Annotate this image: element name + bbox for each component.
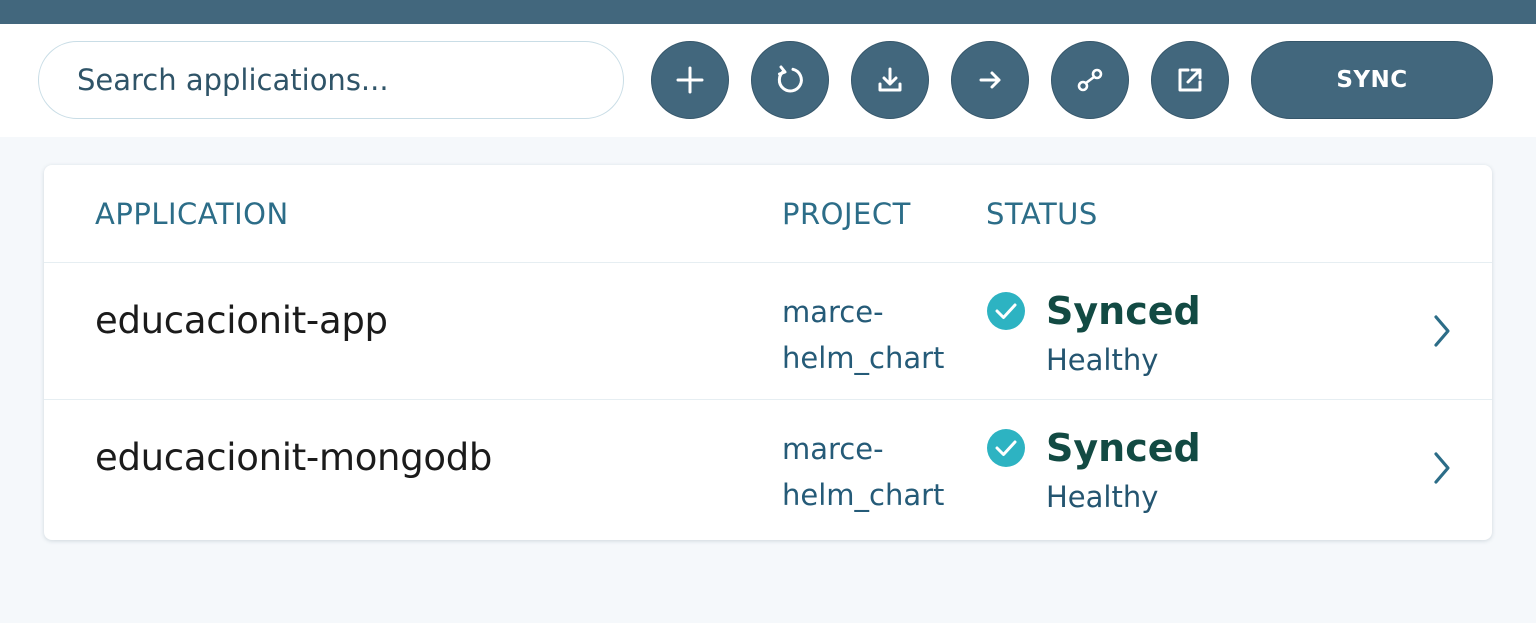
download-icon [878,67,902,92]
sync-status: Synced [1046,426,1201,470]
sync-button[interactable]: SYNC [1251,41,1493,119]
chevron-right-icon[interactable] [1427,311,1457,351]
column-header-application[interactable]: APPLICATION [95,197,289,231]
application-name[interactable]: educacionit-app [95,299,388,342]
plus-icon [676,66,704,94]
project-name: marce- helm_chart [782,432,945,512]
table-row[interactable]: educacionit-app marce- helm_chart Synced… [44,263,1492,400]
download-button[interactable] [851,41,929,119]
project-name: marce- helm_chart [782,295,945,375]
open-external-button[interactable] [1151,41,1229,119]
search-field[interactable] [38,41,624,119]
health-status: Healthy [1046,343,1159,377]
table-row[interactable]: educacionit-mongodb marce- helm_chart Sy… [44,400,1492,537]
check-circle-icon [987,292,1025,330]
link-button[interactable] [1051,41,1129,119]
add-application-button[interactable] [651,41,729,119]
applications-table: APPLICATION PROJECT STATUS educacionit-a… [44,165,1492,540]
external-link-icon [1178,68,1202,92]
column-header-project[interactable]: PROJECT [782,197,911,231]
arrow-right-icon [979,71,1001,89]
top-bar [0,0,1536,24]
chevron-right-icon[interactable] [1427,448,1457,488]
toolbar: SYNC [0,24,1536,137]
refresh-button[interactable] [751,41,829,119]
check-circle-icon [987,429,1025,467]
table-header: APPLICATION PROJECT STATUS [44,165,1492,263]
search-input[interactable] [77,63,623,97]
refresh-icon [777,65,803,93]
link-icon [1077,68,1103,92]
health-status: Healthy [1046,480,1159,514]
column-header-status[interactable]: STATUS [986,197,1098,231]
sync-status: Synced [1046,289,1201,333]
navigate-button[interactable] [951,41,1029,119]
application-name[interactable]: educacionit-mongodb [95,436,492,479]
